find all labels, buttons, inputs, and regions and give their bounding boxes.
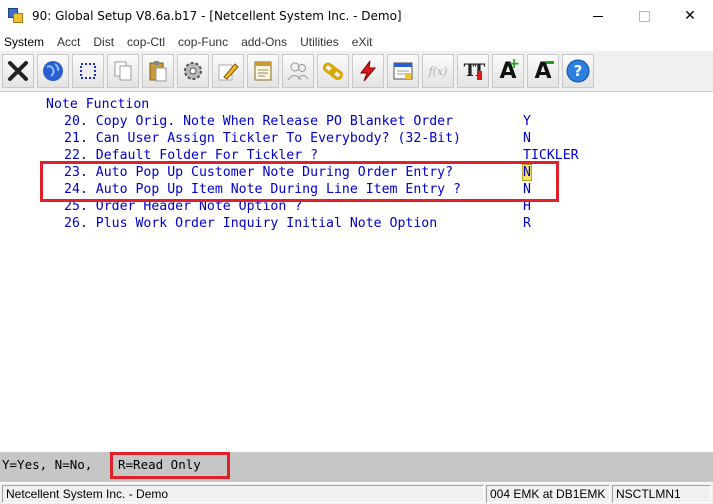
option-26-label: 26. Plus Work Order Inquiry Initial Note…: [64, 216, 438, 231]
window-button[interactable]: [387, 54, 419, 88]
font-increase-button[interactable]: A +: [492, 54, 524, 88]
window-controls: ✕: [575, 0, 713, 32]
users-icon: [287, 62, 309, 81]
window-title: 90: Global Setup V8.6a.b17 - [Netcellent…: [32, 9, 402, 23]
link-button[interactable]: [317, 54, 349, 88]
settings-button[interactable]: [177, 54, 209, 88]
section-title: Note Function: [46, 97, 150, 112]
minus-icon: [546, 61, 554, 64]
status-program: NSCTLMN1: [612, 485, 711, 503]
menu-add-ons[interactable]: add-Ons: [241, 35, 287, 49]
help-glyph: ?: [573, 62, 583, 80]
maximize-button[interactable]: [621, 0, 667, 32]
menu-bar: System Acct Dist cop-Ctl cop-Func add-On…: [0, 32, 713, 51]
option-20-label: 20. Copy Orig. Note When Release PO Blan…: [64, 114, 454, 129]
edit-button[interactable]: [212, 54, 244, 88]
app-icon: [8, 8, 24, 24]
highlight-box-hint: [110, 452, 230, 479]
globe-button[interactable]: [37, 54, 69, 88]
option-26-value[interactable]: R: [523, 215, 531, 232]
settings-icon: [184, 62, 202, 80]
function-button[interactable]: f(x): [422, 54, 454, 88]
select-icon: [80, 63, 96, 79]
menu-acct[interactable]: Acct: [57, 35, 80, 49]
notepad-button[interactable]: [247, 54, 279, 88]
option-21-label: 21. Can User Assign Tickler To Everybody…: [64, 131, 461, 146]
lightning-button[interactable]: [352, 54, 384, 88]
menu-dist[interactable]: Dist: [93, 35, 114, 49]
font-icon-accent: [477, 71, 482, 80]
lightning-icon: [360, 60, 377, 82]
main-content: Note Function 20. Copy Orig. Note When R…: [0, 92, 713, 452]
select-button[interactable]: [72, 54, 104, 88]
link-icon: [322, 62, 343, 81]
status-session: 004 EMK at DB1EMK: [486, 485, 610, 503]
font-decrease-button[interactable]: A: [527, 54, 559, 88]
copy-button[interactable]: [107, 54, 139, 88]
highlight-box-options: [40, 161, 559, 202]
menu-cop-func[interactable]: cop-Func: [178, 35, 228, 49]
toolbar: f(x) TT A + A ?: [0, 51, 713, 92]
paste-icon: [149, 61, 167, 82]
notepad-icon: [254, 61, 272, 81]
minimize-button[interactable]: [575, 0, 621, 32]
window-icon: [393, 62, 413, 80]
hint-bar: Y=Yes, N=No, R=Read Only: [0, 452, 713, 482]
users-button[interactable]: [282, 54, 314, 88]
menu-system[interactable]: System: [4, 35, 44, 49]
plus-icon: +: [508, 56, 520, 72]
hint-yes-no: Y=Yes, N=No,: [2, 457, 93, 472]
close-button[interactable]: ✕: [667, 0, 713, 32]
copy-icon: [114, 61, 132, 81]
menu-utilities[interactable]: Utilities: [300, 35, 339, 49]
menu-exit[interactable]: eXit: [352, 35, 373, 49]
menu-cop-ctl[interactable]: cop-Ctl: [127, 35, 165, 49]
edit-icon: [218, 63, 239, 81]
globe-icon: [43, 61, 63, 81]
status-bar: Netcellent System Inc. - Demo 004 EMK at…: [0, 482, 713, 504]
exit-button[interactable]: [2, 54, 34, 88]
font-button[interactable]: TT: [457, 54, 489, 88]
option-20-value[interactable]: Y: [523, 113, 531, 130]
title-bar: 90: Global Setup V8.6a.b17 - [Netcellent…: [0, 0, 713, 32]
exit-icon: [8, 61, 28, 81]
paste-button[interactable]: [142, 54, 174, 88]
function-icon: f(x): [428, 64, 448, 78]
option-21-value[interactable]: N: [523, 130, 531, 147]
help-button[interactable]: ?: [562, 54, 594, 88]
status-company: Netcellent System Inc. - Demo: [2, 485, 484, 503]
